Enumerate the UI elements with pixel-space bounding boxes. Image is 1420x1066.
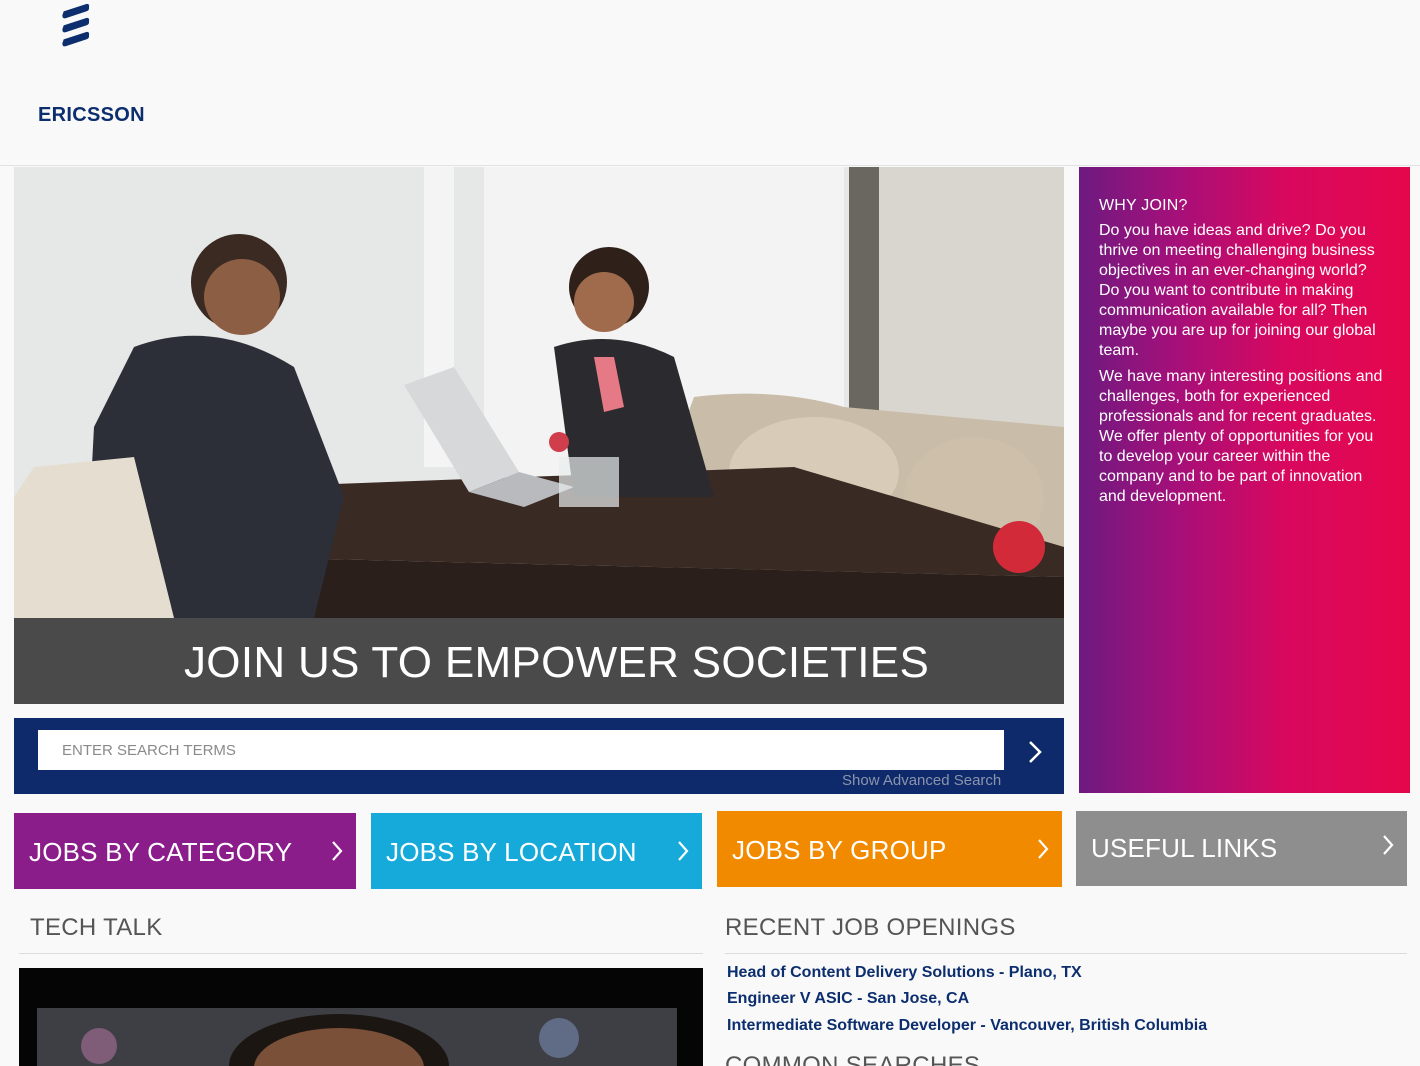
chevron-right-icon[interactable] [1020,734,1050,770]
why-join-title: WHY JOIN? [1099,197,1188,214]
chevron-right-icon [1038,839,1049,859]
hero-image [14,167,1064,618]
search-bar: Show Advanced Search [14,718,1064,794]
job-link[interactable]: Head of Content Delivery Solutions - Pla… [727,963,1207,989]
hero-headline: JOIN US TO EMPOWER SOCIETIES [184,638,930,687]
divider [19,953,703,954]
tech-talk-video[interactable] [19,968,703,1066]
why-join-paragraph: Do you have ideas and drive? Do you thri… [1099,222,1376,359]
hero-caption-bar: JOIN US TO EMPOWER SOCIETIES [14,618,1064,704]
search-input[interactable] [38,730,1004,770]
jobs-by-group-button[interactable]: JOBS BY GROUP [717,811,1062,887]
tile-label: JOBS BY CATEGORY [29,837,293,867]
why-join-paragraph: We have many interesting positions and c… [1099,368,1383,505]
job-link[interactable]: Engineer V ASIC - San Jose, CA [727,989,1207,1015]
jobs-by-category-button[interactable]: JOBS BY CATEGORY [14,813,356,889]
chevron-right-icon [332,841,343,861]
tile-label: JOBS BY GROUP [732,835,947,865]
divider [725,953,1407,954]
tile-label: JOBS BY LOCATION [386,837,637,867]
tile-label: USEFUL LINKS [1091,833,1278,863]
recent-jobs-list: Head of Content Delivery Solutions - Pla… [727,963,1207,1042]
common-searches-heading: COMMON SEARCHES [725,1052,981,1066]
brand-name: ERICSSON [38,104,145,126]
job-link[interactable]: Intermediate Software Developer - Vancou… [727,1016,1207,1042]
why-join-panel: WHY JOIN? Do you have ideas and drive? D… [1079,167,1410,793]
ericsson-logo-icon[interactable] [28,2,118,66]
chevron-right-icon [678,841,689,861]
useful-links-button[interactable]: USEFUL LINKS [1076,811,1407,886]
site-header: ERICSSON [0,0,1420,166]
advanced-search-link[interactable]: Show Advanced Search [842,772,1001,789]
recent-jobs-heading: RECENT JOB OPENINGS [725,914,1016,941]
jobs-by-location-button[interactable]: JOBS BY LOCATION [371,813,702,889]
chevron-right-icon [1383,835,1394,855]
tech-talk-heading: TECH TALK [30,914,163,941]
